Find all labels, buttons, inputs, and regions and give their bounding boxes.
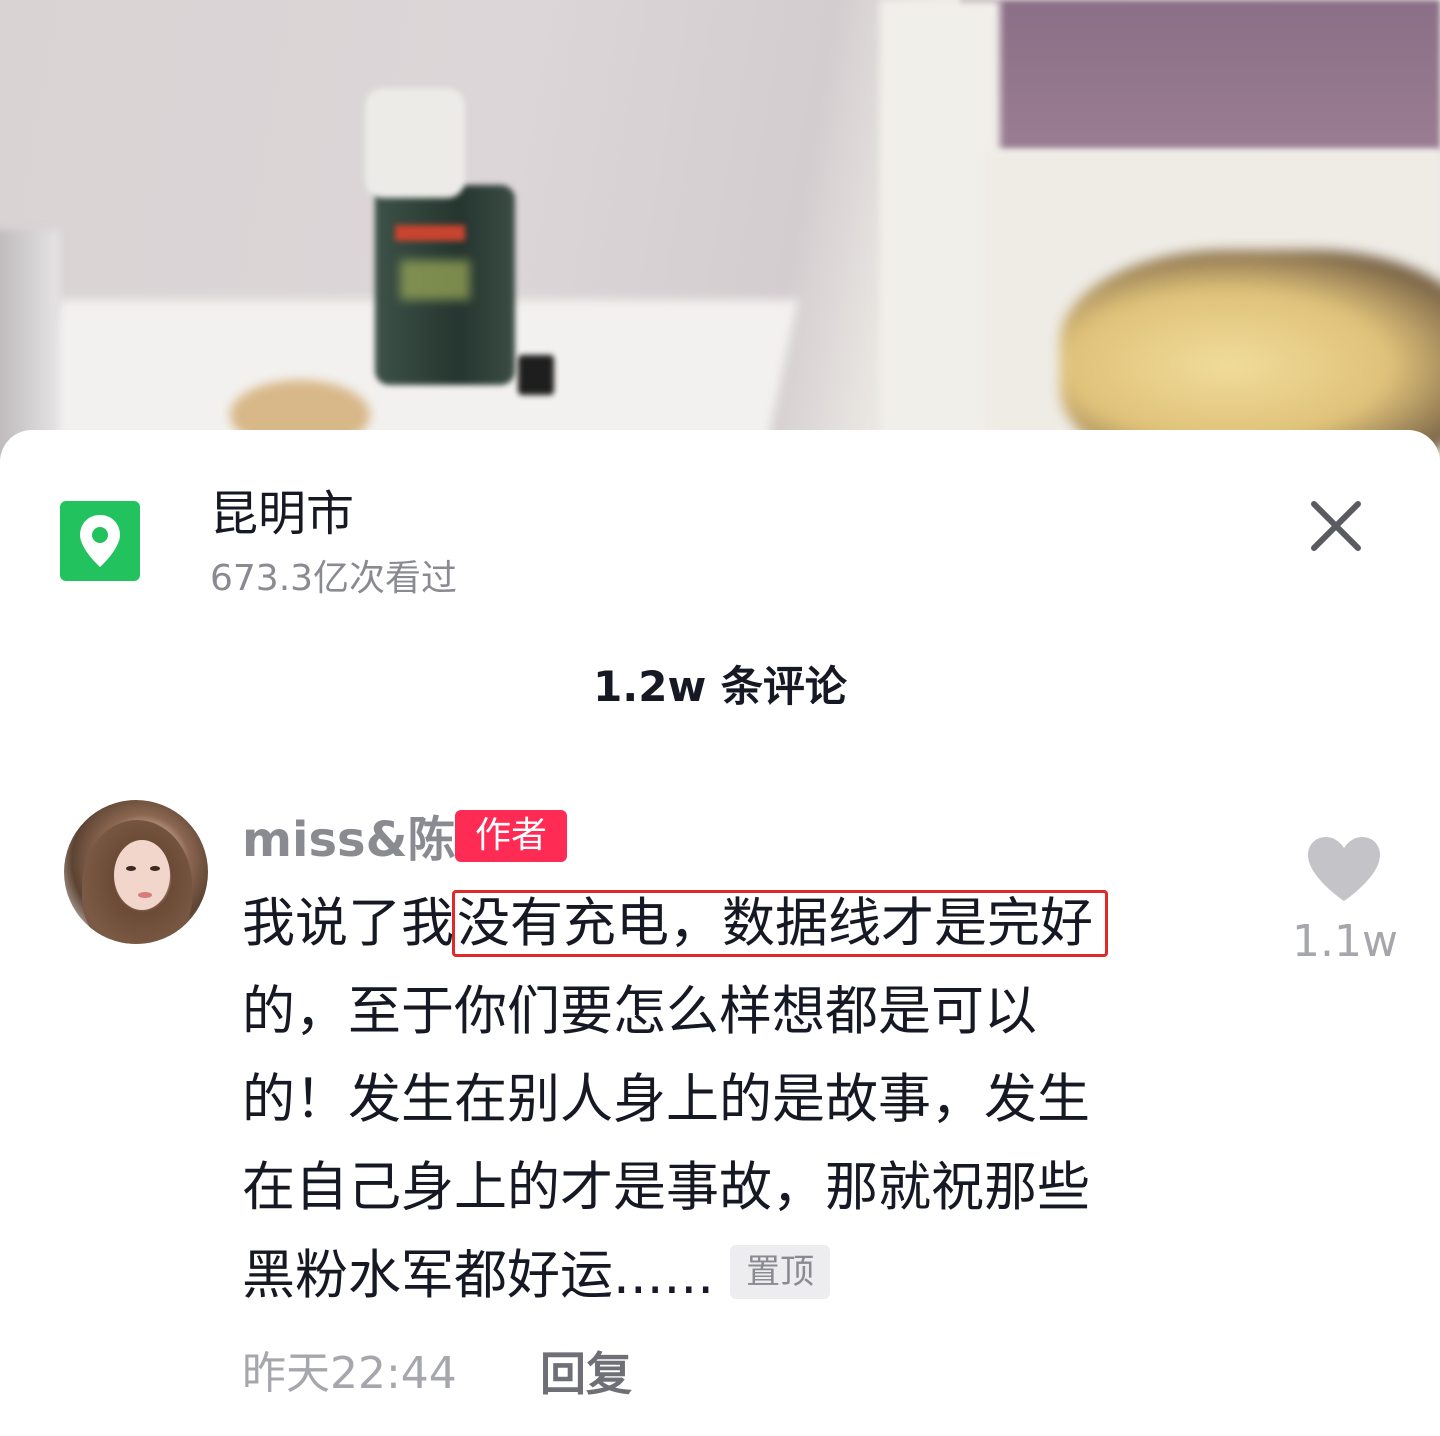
- comment-username[interactable]: miss&陈: [242, 810, 455, 870]
- reply-button[interactable]: 回复: [540, 1344, 632, 1404]
- comment-line: 黑粉水军都好运...... 置顶: [242, 1232, 1222, 1320]
- comment-text-segment: 我说了我: [242, 893, 454, 954]
- comment-text[interactable]: 我说了我没有充电，数据线才是完好 的，至于你们要怎么样想都是可以 的！发生在别人…: [242, 880, 1222, 1320]
- avatar-face: [114, 840, 170, 910]
- author-badge: 作者: [455, 810, 567, 862]
- close-button[interactable]: [1300, 490, 1372, 562]
- bg-bottle-label: [395, 225, 465, 241]
- location-view-count: 673.3亿次看过: [210, 558, 458, 599]
- bg-door-frame: [880, 0, 1000, 470]
- highlighted-text: 没有充电，数据线才是完好: [452, 890, 1108, 957]
- close-icon: [1311, 501, 1361, 551]
- avatar-eye: [150, 866, 160, 871]
- avatar-lips: [138, 892, 152, 898]
- avatar-eye: [126, 866, 136, 871]
- bg-wall: [960, 0, 1440, 150]
- heart-icon: [1308, 837, 1380, 901]
- pinned-badge: 置顶: [730, 1245, 831, 1300]
- comment-line: 在自己身上的才是事故，那就祝那些: [242, 1157, 1090, 1218]
- comment-line: 我说了我没有充电，数据线才是完好: [242, 880, 1222, 968]
- bg-charger-plug: [518, 355, 554, 395]
- comment-timestamp: 昨天22:44: [242, 1348, 457, 1399]
- like-count: 1.1w: [1292, 916, 1398, 967]
- avatar[interactable]: [64, 800, 208, 944]
- video-background[interactable]: [0, 0, 1440, 470]
- comment-line: 的！发生在别人身上的是故事，发生: [242, 1069, 1090, 1130]
- location-pin-icon[interactable]: [60, 501, 140, 581]
- location-title[interactable]: 昆明市: [210, 482, 354, 546]
- comment-line: 的，至于你们要怎么样想都是可以: [242, 981, 1037, 1042]
- bg-bottle-cap: [365, 88, 465, 198]
- comment-count-title: 1.2w 条评论: [593, 662, 847, 711]
- comment-text-segment: 黑粉水军都好运......: [242, 1245, 715, 1306]
- bg-bottle-label-2: [400, 260, 470, 300]
